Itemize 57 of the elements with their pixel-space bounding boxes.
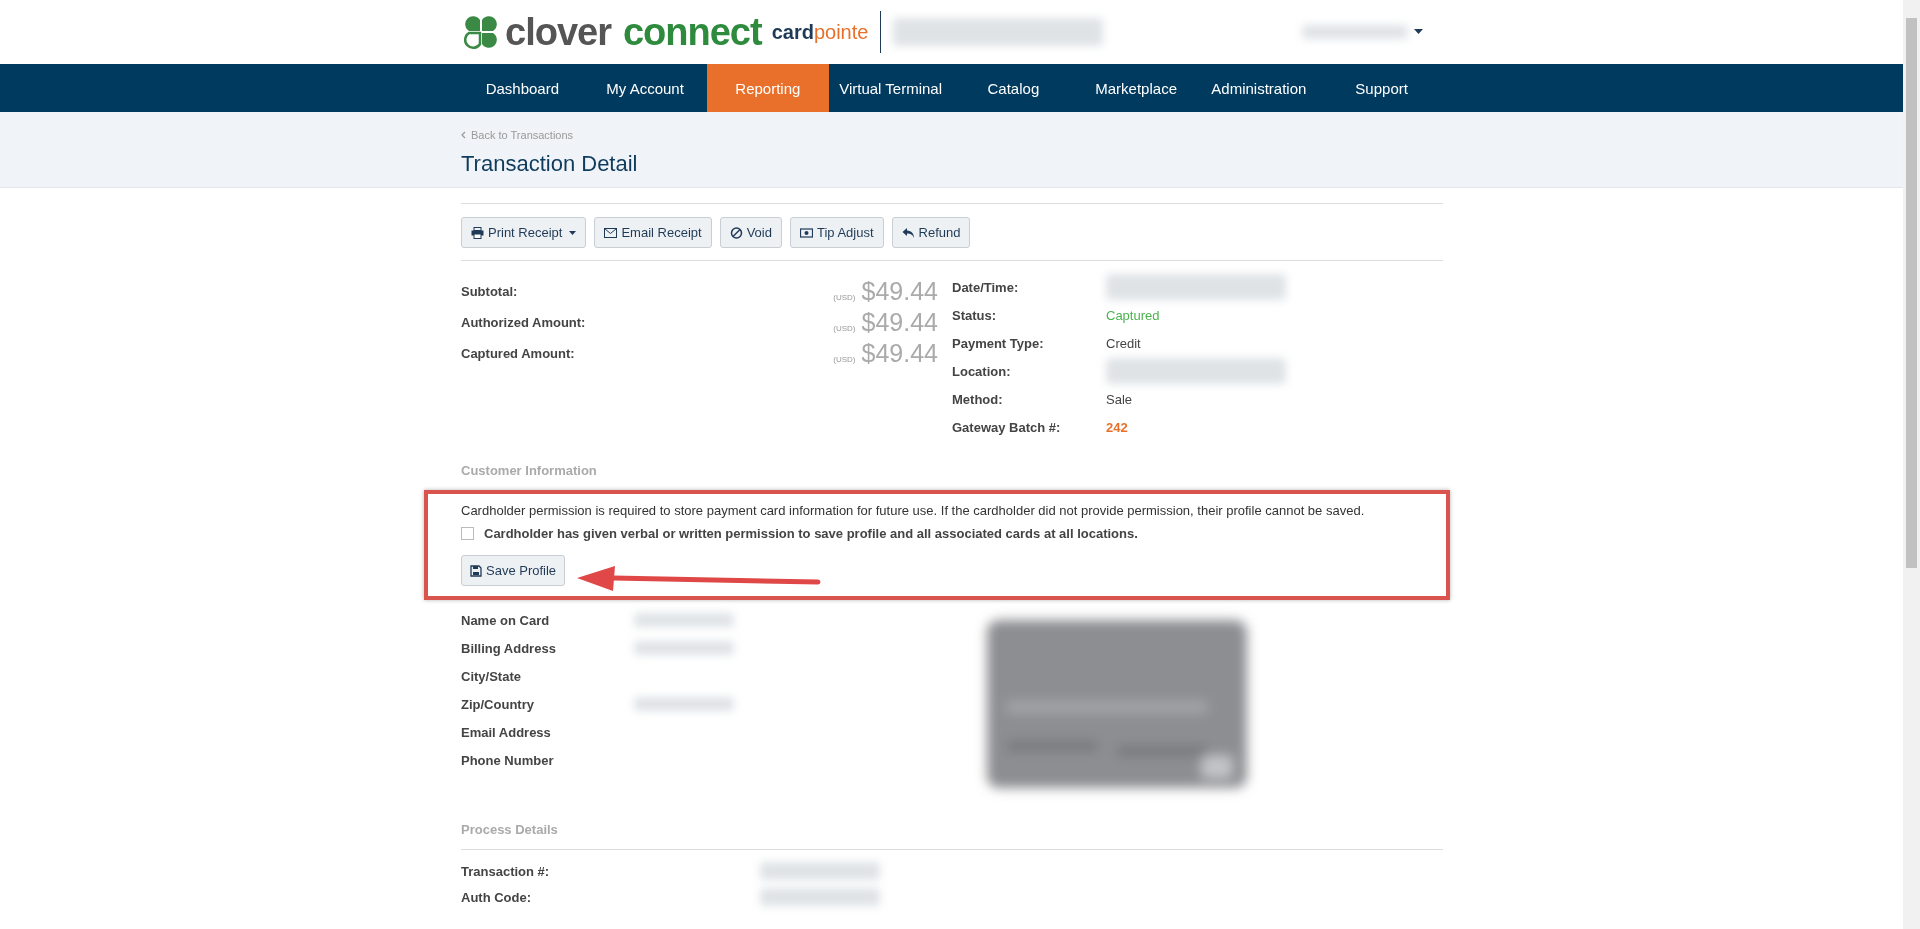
printer-icon xyxy=(471,226,484,239)
nav-tab[interactable]: Marketplace xyxy=(1074,64,1198,112)
amount-value: $49.44 xyxy=(861,277,938,306)
amount-value: $49.44 xyxy=(861,339,938,368)
action-button[interactable]: Tip Adjust xyxy=(789,217,884,248)
brand-name: connect xyxy=(622,10,762,54)
amount-label: Authorized Amount: xyxy=(461,315,586,330)
detail-value: 242 xyxy=(1106,419,1128,435)
field-label: Transaction #: xyxy=(461,863,551,879)
detail-label: Gateway Batch #: xyxy=(952,419,1062,435)
field-label: Zip/Country xyxy=(461,696,535,712)
envelope-icon xyxy=(604,226,618,239)
reply-arrow-icon xyxy=(901,226,915,239)
amount-label: Subtotal: xyxy=(461,284,518,299)
field-label: Phone Number xyxy=(461,752,555,768)
action-button[interactable]: Print Receipt xyxy=(461,217,587,248)
field-label: Auth Code: xyxy=(461,889,533,905)
field-label: City/State xyxy=(461,668,522,684)
action-button[interactable]: Void xyxy=(719,217,782,248)
detail-label: Date/Time: xyxy=(952,279,1020,295)
currency-code: (USD) xyxy=(833,293,856,302)
scrollbar-thumb[interactable] xyxy=(1906,18,1917,568)
checkbox[interactable] xyxy=(461,527,474,540)
save-profile-button[interactable]: Save Profile xyxy=(461,555,566,586)
currency-code: (USD) xyxy=(833,324,856,333)
nav-tab[interactable]: Administration xyxy=(1197,64,1321,112)
checkbox-label: Cardholder has given verbal or written permission to save profile and all associated cards at all locations. xyxy=(484,526,1138,541)
amount-value: $49.44 xyxy=(861,308,938,337)
action-button[interactable]: Refund xyxy=(891,217,971,248)
detail-label: Payment Type: xyxy=(952,335,1045,351)
amount-label: Captured Amount: xyxy=(461,346,575,361)
nav-tab[interactable]: Virtual Terminal xyxy=(829,64,952,112)
detail-label: Location: xyxy=(952,363,1012,379)
banknote-icon xyxy=(799,226,813,239)
nav-tab[interactable]: Support xyxy=(1320,64,1443,112)
field-label: Billing Address xyxy=(461,640,557,656)
detail-label: Status: xyxy=(952,307,998,323)
brand-name: clover xyxy=(505,10,611,54)
chevron-left-icon xyxy=(461,131,466,139)
detail-value: Sale xyxy=(1106,391,1133,407)
action-button[interactable]: Email Receipt xyxy=(594,217,712,248)
field-label: Email Address xyxy=(461,724,552,740)
prohibited-icon xyxy=(729,226,743,239)
page-title: Transaction Detail xyxy=(461,151,639,177)
nav-tab[interactable]: Dashboard xyxy=(461,64,584,112)
nav-tab[interactable]: My Account xyxy=(583,64,707,112)
nav-tab[interactable]: Catalog xyxy=(952,64,1075,112)
section-heading: Process Details xyxy=(461,822,559,837)
field-label: Name on Card xyxy=(461,612,551,628)
permission-notice: Cardholder permission is required to store payment card information for future use. If the cardholder did not provide permission, their profile cannot be saved. xyxy=(461,503,1366,518)
product-name: cardpointe xyxy=(771,20,869,44)
currency-code: (USD) xyxy=(833,355,856,364)
detail-value: Credit xyxy=(1106,335,1141,351)
caret-icon[interactable] xyxy=(1414,29,1423,35)
detail-value: Captured xyxy=(1106,307,1160,323)
detail-label: Method: xyxy=(952,391,1004,407)
section-heading: Customer Information xyxy=(461,463,598,478)
